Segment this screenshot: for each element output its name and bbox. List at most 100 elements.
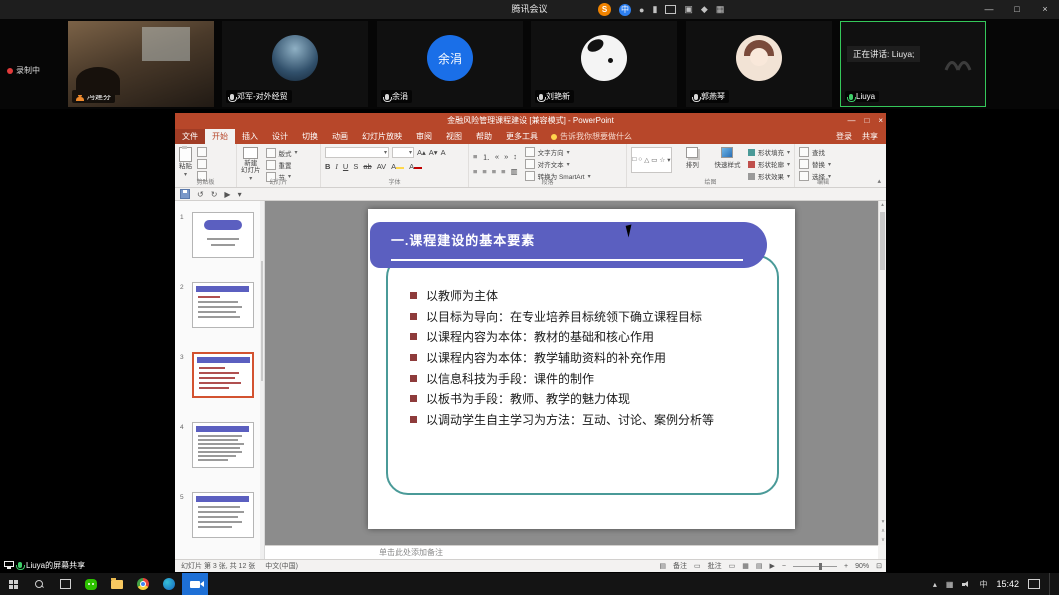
close-button[interactable]: × [1031, 0, 1059, 19]
language-indicator[interactable]: 中文(中国) [265, 561, 298, 571]
strikethrough-icon[interactable]: ab [363, 162, 371, 171]
replace-button[interactable]: 替换▾ [799, 159, 847, 169]
audio-icon[interactable]: ● [639, 5, 644, 15]
bold-icon[interactable]: B [325, 162, 330, 171]
text-shadow-icon[interactable]: S [353, 162, 358, 171]
slide-title-banner[interactable]: 一.课程建设的基本要素 [370, 222, 767, 268]
align-center-icon[interactable]: ≡ [482, 167, 486, 176]
slide-thumbnail[interactable]: 4 [175, 422, 265, 469]
align-text-button[interactable]: 对齐文本▾ [525, 159, 591, 169]
tab-help[interactable]: 帮助 [469, 129, 499, 144]
columns-icon[interactable]: ▥ [511, 167, 518, 176]
task-view-icon[interactable] [52, 573, 78, 595]
ppt-close-button[interactable]: × [878, 113, 883, 129]
volume-icon[interactable] [962, 580, 970, 588]
increase-indent-icon[interactable]: » [504, 152, 508, 163]
font-color-icon[interactable]: A [409, 162, 422, 171]
char-spacing-icon[interactable]: AV [377, 162, 386, 171]
reset-button[interactable]: 重置 [266, 160, 298, 170]
share-button[interactable]: 共享 [862, 131, 878, 142]
justify-icon[interactable]: ≡ [501, 167, 505, 176]
tray-expand-icon[interactable]: ▴ [933, 580, 937, 589]
camera-icon[interactable] [665, 5, 676, 14]
tab-design[interactable]: 设计 [265, 129, 295, 144]
slide-bullet-list[interactable]: 以教师为主体 以目标为导向：在专业培养目标统领下确立课程目标 以课程内容为本体：… [410, 285, 714, 430]
align-left-icon[interactable]: ≡ [473, 167, 477, 176]
zoom-slider[interactable] [793, 566, 837, 567]
tab-insert[interactable]: 插入 [235, 129, 265, 144]
slide-thumbnail[interactable]: 2 [175, 282, 265, 329]
shape-outline-button[interactable]: 形状轮廓▾ [748, 159, 790, 169]
clock[interactable]: 15:42 [996, 579, 1019, 589]
zoom-in-icon[interactable]: + [844, 563, 848, 570]
text-direction-button[interactable]: 文字方向▾ [525, 147, 591, 157]
file-explorer-icon[interactable] [104, 573, 130, 595]
italic-icon[interactable]: I [335, 162, 338, 171]
meeting-app-icon-active[interactable] [182, 573, 208, 595]
save-icon[interactable] [180, 189, 190, 199]
bullet-list-icon[interactable]: ≡ [473, 152, 477, 163]
tab-more-tools[interactable]: 更多工具 [499, 129, 545, 144]
tab-review[interactable]: 审阅 [409, 129, 439, 144]
font-name-combo[interactable]: ▾ [325, 147, 389, 158]
scroll-up-icon[interactable]: ▴ [879, 201, 886, 210]
reading-view-icon[interactable]: ▤ [756, 562, 763, 570]
start-slideshow-icon[interactable]: ▶ [224, 190, 230, 199]
notes-pane[interactable]: 单击此处添加备注 [265, 545, 878, 559]
tell-me-box[interactable]: 告诉我你想要做什么 [545, 129, 638, 144]
tab-view[interactable]: 视图 [439, 129, 469, 144]
slide-thumbnail[interactable]: 1 [175, 212, 265, 259]
normal-view-icon[interactable]: ▭ [729, 562, 736, 570]
text-highlight-icon[interactable]: A [391, 162, 404, 171]
next-slide-icon[interactable]: ∨ [879, 536, 887, 545]
tab-transitions[interactable]: 切换 [295, 129, 325, 144]
tab-animations[interactable]: 动画 [325, 129, 355, 144]
underline-icon[interactable]: U [343, 162, 348, 171]
copy-icon[interactable] [197, 159, 207, 169]
start-button[interactable] [0, 573, 26, 595]
align-right-icon[interactable]: ≡ [492, 167, 496, 176]
network-icon[interactable]: ▦ [946, 580, 954, 589]
scroll-thumb[interactable] [880, 212, 885, 270]
fit-to-window-icon[interactable]: ⊡ [876, 562, 882, 570]
increase-font-icon[interactable]: A▴ [417, 148, 426, 157]
ppt-minimize-button[interactable]: — [847, 113, 855, 129]
shape-fill-button[interactable]: 形状填充▾ [748, 147, 790, 157]
tab-file[interactable]: 文件 [175, 129, 205, 144]
undo-icon[interactable]: ↺ [197, 190, 204, 199]
members-icon[interactable]: ▣ [684, 4, 693, 15]
maximize-button[interactable]: □ [1003, 0, 1031, 19]
decrease-indent-icon[interactable]: « [495, 152, 499, 163]
slideshow-view-icon[interactable]: ▶ [770, 562, 775, 570]
slide-scrollbar[interactable]: ▴ ▾ ∧ ∨ [878, 201, 886, 545]
chrome-app-icon[interactable] [130, 573, 156, 595]
ppt-maximize-button[interactable]: □ [864, 113, 869, 129]
participant-tile[interactable]: 邓军-对外经贸 [222, 21, 368, 107]
slide-sorter-icon[interactable]: ▦ [742, 562, 749, 570]
notes-toggle-icon[interactable]: ▤ [659, 562, 666, 570]
participant-tile[interactable]: 刘艳新 [531, 21, 677, 107]
clear-format-icon[interactable]: A [441, 148, 446, 157]
qat-customize-icon[interactable]: ▾ [238, 190, 242, 199]
cut-icon[interactable] [197, 147, 207, 157]
paste-button[interactable]: 粘贴 ▾ [179, 147, 192, 181]
tab-home[interactable]: 开始 [205, 129, 235, 144]
participant-tile[interactable]: 余涓 余涓 [377, 21, 523, 107]
layout-grid-icon[interactable]: ▦ [716, 4, 725, 15]
font-size-combo[interactable]: ▾ [392, 147, 414, 158]
decrease-font-icon[interactable]: A▾ [429, 148, 438, 157]
shapes-gallery[interactable]: □○△ ▭☆▾ [631, 147, 672, 173]
arrange-button[interactable]: 排列 [678, 147, 707, 181]
participant-tile[interactable]: 冯建芬 [68, 21, 214, 107]
comments-icon[interactable]: ▭ [694, 562, 701, 570]
tab-slideshow[interactable]: 幻灯片放映 [355, 129, 409, 144]
action-center-icon[interactable] [1028, 579, 1040, 589]
slide-canvas[interactable]: 一.课程建设的基本要素 以教师为主体 以目标为导向：在专业培养目标统领下确立课程… [368, 209, 795, 529]
scroll-down-icon[interactable]: ▾ [879, 518, 887, 527]
numbered-list-icon[interactable]: ⒈ [482, 152, 490, 163]
participant-tile[interactable]: 郭燕琴 [686, 21, 832, 107]
redo-icon[interactable]: ↻ [211, 190, 218, 199]
previous-slide-icon[interactable]: ∧ [879, 527, 887, 536]
notes-toggle-label[interactable]: 备注 [673, 561, 687, 571]
login-button[interactable]: 登录 [836, 131, 852, 142]
